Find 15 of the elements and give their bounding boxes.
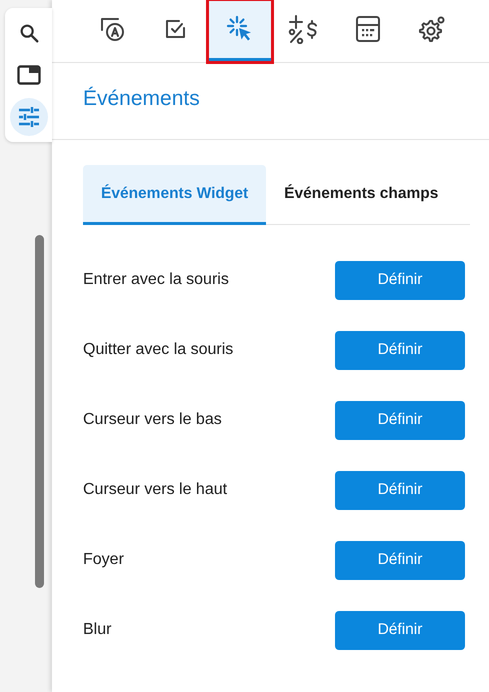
define-button[interactable]: Définir <box>335 540 465 580</box>
tab[interactable]: Événements Widget <box>83 165 266 225</box>
panel-title: Événements <box>52 63 489 140</box>
define-button[interactable]: Définir <box>335 400 465 440</box>
define-button[interactable]: Définir <box>335 610 465 650</box>
tab[interactable]: Événements champs <box>266 165 456 225</box>
event-label: Foyer <box>83 550 124 570</box>
event-label: Entrer avec la souris <box>83 270 229 290</box>
define-button[interactable]: Définir <box>335 470 465 510</box>
event-label: Blur <box>83 620 112 640</box>
define-button[interactable]: Définir <box>335 330 465 370</box>
event-label: Curseur vers le haut <box>83 480 228 500</box>
event-label: Quitter avec la souris <box>83 340 234 360</box>
event-label: Curseur vers le bas <box>83 410 222 430</box>
define-button[interactable]: Définir <box>335 260 465 300</box>
